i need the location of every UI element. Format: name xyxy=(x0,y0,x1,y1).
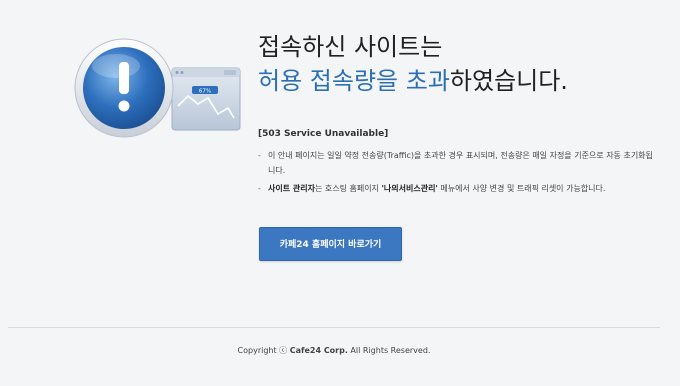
title-line-2: 허용 접속량을 초과하였습니다. xyxy=(258,64,668,98)
status-code: [503 Service Unavailable] xyxy=(258,129,389,139)
menu-name: '나의서비스관리' xyxy=(381,184,438,193)
title-line-1: 접속하신 사이트는 xyxy=(258,33,443,61)
cafe24-home-button[interactable]: 카페24 홈페이지 바로가기 xyxy=(259,227,402,261)
info-item-traffic: 이 안내 페이지는 일일 약정 전송량(Traffic)을 초과한 경우 표시되… xyxy=(258,148,658,178)
info-item-admin: 사이트 관리자는 호스팅 홈페이지 '나의서비스관리' 메뉴에서 사양 변경 및… xyxy=(258,181,658,196)
info-list: 이 안내 페이지는 일일 약정 전송량(Traffic)을 초과한 경우 표시되… xyxy=(258,148,658,196)
error-page: 67% 접속하신 사이트는 허용 접속량을 초과하였습니다. [503 Serv… xyxy=(0,0,680,386)
warning-illustration: 67% xyxy=(74,36,244,146)
warning-icon: 67% xyxy=(74,38,241,138)
title-line-2-rest: 하였습니다. xyxy=(449,67,568,95)
title-highlight: 허용 접속량을 초과 xyxy=(258,67,450,95)
error-details: [503 Service Unavailable] 이 안내 페이지는 일일 약… xyxy=(258,129,658,199)
page-title: 접속하신 사이트는 허용 접속량을 초과하였습니다. xyxy=(258,30,668,98)
copyright-prefix: Copyright ⓒ xyxy=(237,346,290,355)
svg-text:67%: 67% xyxy=(199,89,211,95)
footer-divider xyxy=(8,327,660,328)
copyright-brand: Cafe24 Corp. xyxy=(289,346,348,355)
admin-label: 사이트 관리자 xyxy=(268,184,315,193)
copyright-footer: Copyright ⓒ Cafe24 Corp. All Rights Rese… xyxy=(0,345,668,356)
exclamation-orb-icon xyxy=(74,38,174,138)
admin-text-mid: 는 호스팅 홈페이지 xyxy=(314,184,382,193)
browser-panel-icon: 67% xyxy=(171,67,241,131)
copyright-suffix: All Rights Reserved. xyxy=(347,346,431,355)
admin-text-suffix: 메뉴에서 사양 변경 및 트래픽 리셋이 가능합니다. xyxy=(437,184,606,193)
